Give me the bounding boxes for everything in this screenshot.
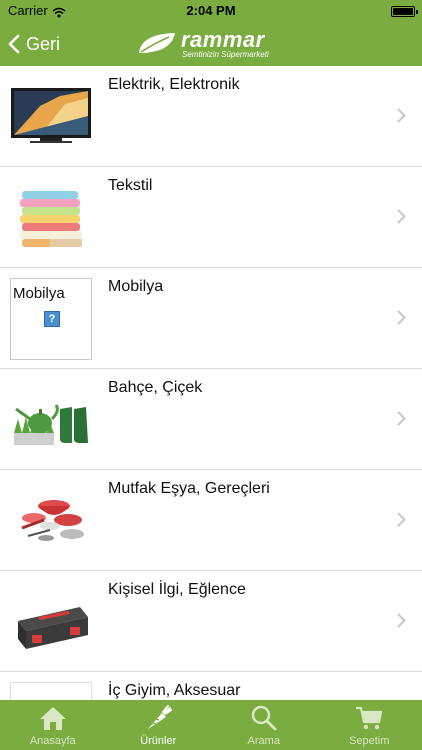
home-icon: [0, 705, 106, 731]
category-label: Mutfak Eşya, Gereçleri: [108, 480, 270, 497]
leaf-icon: [137, 31, 177, 60]
tab-products[interactable]: Ürünler: [106, 700, 212, 750]
back-label: Geri: [26, 33, 61, 54]
status-time: 2:04 PM: [186, 3, 236, 18]
category-row-electronics[interactable]: Elektrik, Elektronik: [0, 66, 422, 167]
logo-tagline: Semtinizin Süpermarketi: [182, 50, 269, 59]
status-bar: Carrier 2:04 PM: [0, 0, 422, 22]
tab-cart[interactable]: Sepetim: [317, 700, 422, 750]
category-row-kitchenware[interactable]: Mutfak Eşya, Gereçleri: [0, 470, 422, 571]
broken-image: Mobilya ?: [10, 278, 92, 360]
category-row-leisure[interactable]: Kişisel İlgi, Eğlence: [0, 571, 422, 672]
underwear-image: [10, 682, 92, 700]
category-label: Kişisel İlgi, Eğlence: [108, 581, 246, 598]
tab-home[interactable]: Anasayfa: [0, 700, 106, 750]
category-label: Elektrik, Elektronik: [108, 76, 240, 93]
cart-icon: [317, 705, 422, 731]
category-row-garden[interactable]: Bahçe, Çiçek: [0, 369, 422, 470]
kitchenware-image: [10, 480, 92, 562]
carrot-icon: [106, 705, 212, 731]
app-screen: Carrier 2:04 PM Geri rammar Semtinizin S…: [0, 0, 422, 750]
chevron-right-icon: [397, 209, 406, 229]
tab-label: Sepetim: [349, 735, 390, 747]
chevron-right-icon: [397, 310, 406, 330]
category-label: Tekstil: [108, 177, 153, 194]
image-alt-text: Mobilya: [13, 285, 65, 302]
tab-bar: Anasayfa Ürünler Arama Sepetim: [0, 700, 422, 750]
garden-image: [10, 379, 92, 461]
missing-image-icon: ?: [44, 311, 60, 327]
category-label: Mobilya: [108, 278, 164, 295]
category-label: İç Giyim, Aksesuar: [108, 682, 241, 699]
header: Carrier 2:04 PM Geri rammar Semtinizin S…: [0, 0, 422, 66]
tab-search[interactable]: Arama: [211, 700, 317, 750]
navigation-bar: Geri rammar Semtinizin Süpermarketi: [0, 22, 422, 66]
tab-label: Arama: [247, 735, 280, 747]
towels-image: [10, 177, 92, 259]
chevron-right-icon: [397, 613, 406, 633]
battery-icon: [391, 6, 418, 17]
tv-image: [10, 76, 92, 158]
tab-label: Ürünler: [140, 735, 177, 747]
category-row-textiles[interactable]: Tekstil: [0, 167, 422, 268]
back-button[interactable]: Geri: [8, 31, 60, 57]
category-row-furniture[interactable]: Mobilya ? Mobilya: [0, 268, 422, 369]
category-row-underwear[interactable]: İç Giyim, Aksesuar: [0, 672, 422, 700]
search-icon: [211, 705, 317, 731]
toolbox-image: [10, 581, 92, 663]
chevron-right-icon: [397, 108, 406, 128]
category-list: Elektrik, Elektronik Tekstil Mobilya ? M…: [0, 66, 422, 700]
category-label: Bahçe, Çiçek: [108, 379, 203, 396]
tab-label: Anasayfa: [29, 735, 76, 747]
rammar-logo: rammar Semtinizin Süpermarketi: [137, 27, 287, 61]
chevron-right-icon: [397, 411, 406, 431]
chevron-left-icon: [8, 34, 20, 54]
chevron-right-icon: [397, 512, 406, 532]
